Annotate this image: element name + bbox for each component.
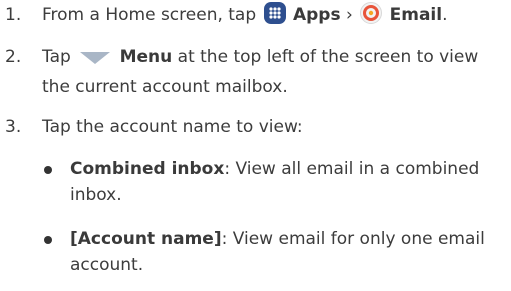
email-app-icon xyxy=(360,2,383,32)
step-text: From a Home screen, tap Apps › Email. xyxy=(42,2,507,32)
apps-grid-icon xyxy=(263,2,286,32)
separator-arrow: › xyxy=(346,5,353,25)
step-number: 2. xyxy=(5,47,22,67)
step-text-pre: Tap xyxy=(42,47,71,67)
step-text: Tap the account name to view: xyxy=(42,117,303,137)
bullet-term: [Account name] xyxy=(70,229,222,249)
step-text-post: . xyxy=(442,5,448,25)
apps-label: Apps xyxy=(292,5,341,25)
bullet-text: [Account name]: View email for only one … xyxy=(70,226,509,278)
email-label: Email xyxy=(389,5,443,25)
bullet-text: Combined inbox: View all email in a comb… xyxy=(70,156,509,208)
step-number: 1. xyxy=(5,5,22,25)
menu-triangle-icon xyxy=(78,48,112,74)
bullet-dot xyxy=(44,166,52,174)
bullet-dot xyxy=(44,236,52,244)
bullet-term: Combined inbox xyxy=(70,159,225,179)
menu-label: Menu xyxy=(119,47,173,67)
step-text: Tap Menu at the top left of the screen t… xyxy=(42,44,507,100)
step-text-pre: From a Home screen, tap xyxy=(42,5,257,25)
step-number: 3. xyxy=(5,117,22,137)
